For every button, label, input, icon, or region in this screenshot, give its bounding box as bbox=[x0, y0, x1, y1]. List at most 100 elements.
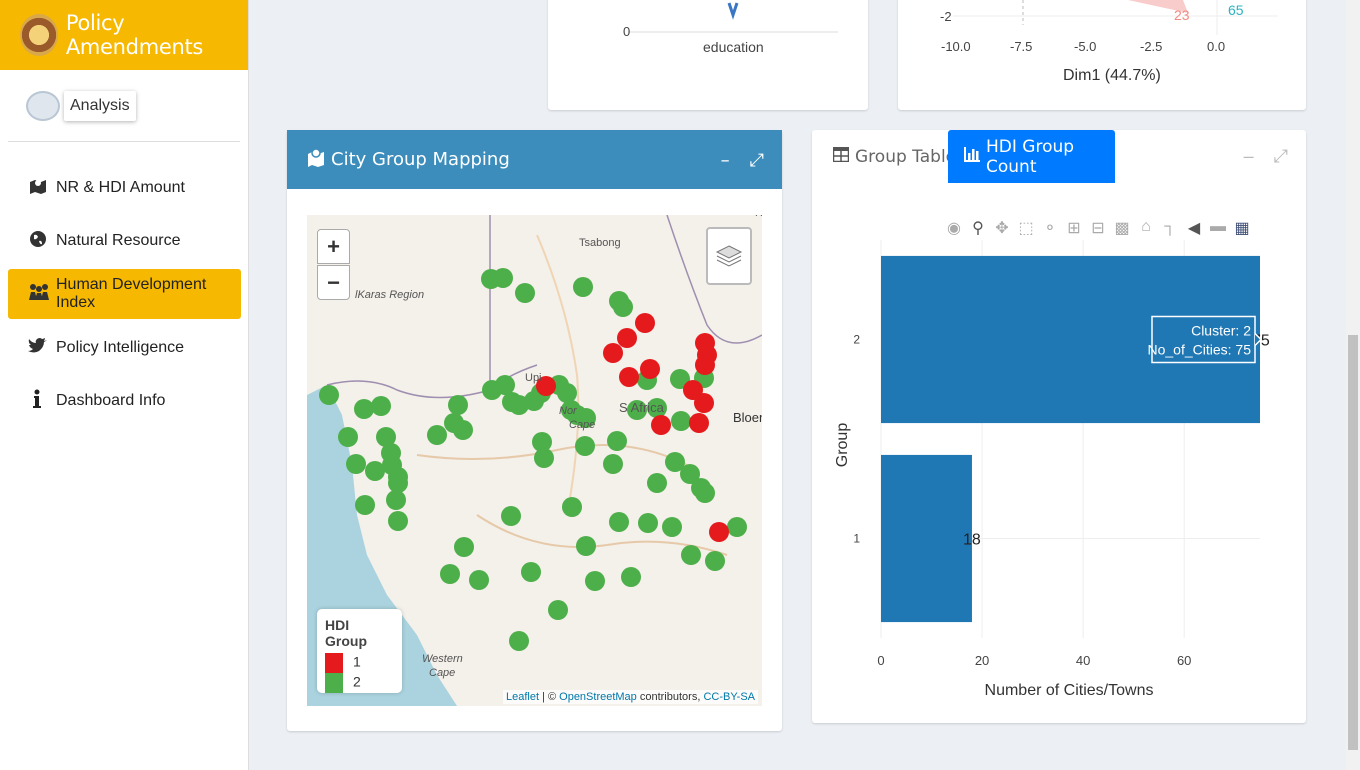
brand-header: Policy Amendments bbox=[0, 0, 248, 70]
map-label-western-cape: Western bbox=[422, 653, 463, 665]
city-marker-group-2[interactable] bbox=[727, 517, 747, 537]
city-marker-group-2[interactable] bbox=[354, 399, 374, 419]
box-title: City Group Mapping bbox=[331, 149, 510, 170]
city-marker-group-2[interactable] bbox=[671, 411, 691, 431]
zoom-out-button[interactable]: − bbox=[317, 265, 350, 300]
city-marker-group-2[interactable] bbox=[346, 454, 366, 474]
hover-text-cluster: Cluster: 2 bbox=[1191, 323, 1251, 339]
city-marker-group-1[interactable] bbox=[689, 413, 709, 433]
city-marker-group-2[interactable] bbox=[469, 570, 489, 590]
collapse-icon[interactable]: – bbox=[721, 150, 730, 171]
expand-icon[interactable]: ⤢ bbox=[750, 150, 764, 171]
legend-label: 2 bbox=[353, 673, 361, 690]
twitter-icon bbox=[28, 337, 47, 360]
x-tick-label: 20 bbox=[975, 653, 989, 668]
sidebar-item-label: Human Development Index bbox=[56, 276, 207, 311]
city-marker-group-2[interactable] bbox=[454, 537, 474, 557]
city-marker-group-2[interactable] bbox=[576, 536, 596, 556]
city-marker-group-2[interactable] bbox=[681, 545, 701, 565]
x-tick-label: 0 bbox=[877, 653, 884, 668]
y-tick-label: 1 bbox=[853, 532, 860, 546]
sidebar-item-natural-resource[interactable]: Natural Resource bbox=[8, 216, 241, 266]
city-marker-group-2[interactable] bbox=[609, 512, 629, 532]
city-marker-group-2[interactable] bbox=[355, 495, 375, 515]
x-tick-label: 40 bbox=[1076, 653, 1090, 668]
map-label-karas: lKaras Region bbox=[355, 289, 425, 301]
city-marker-group-2[interactable] bbox=[557, 383, 577, 403]
city-marker-group-1[interactable] bbox=[694, 393, 714, 413]
x-axis-title: Number of Cities/Towns bbox=[985, 682, 1154, 699]
sidebar-item-policy-intelligence[interactable]: Policy Intelligence bbox=[8, 323, 241, 373]
sidebar-item-nr-hdi-amount[interactable]: NR & HDI Amount bbox=[8, 163, 241, 213]
city-marker-group-1[interactable] bbox=[617, 328, 637, 348]
sidebar-item-dashboard-info[interactable]: Dashboard Info bbox=[8, 376, 241, 426]
legend-title: HDI Group bbox=[325, 617, 367, 649]
city-marker-group-2[interactable] bbox=[607, 431, 627, 451]
analysis-icon bbox=[26, 90, 60, 121]
x-axis-title: Dim1 (44.7%) bbox=[1063, 67, 1161, 84]
city-marker-group-2[interactable] bbox=[521, 562, 541, 582]
city-marker-group-2[interactable] bbox=[575, 436, 595, 456]
city-marker-group-2[interactable] bbox=[509, 631, 529, 651]
hdi-group-box: Group Table HDI Group Count – ⤢ ◉ ⚲ ✥ ⬚ … bbox=[812, 130, 1306, 723]
analysis-header[interactable]: Analysis bbox=[8, 70, 240, 142]
city-marker-group-2[interactable] bbox=[573, 277, 593, 297]
bar-value-label: 18 bbox=[963, 532, 981, 549]
bar-group-1[interactable] bbox=[881, 454, 972, 623]
map-pin-icon bbox=[28, 176, 46, 201]
city-marker-group-2[interactable] bbox=[585, 571, 605, 591]
city-marker-group-1[interactable] bbox=[651, 415, 671, 435]
city-marker-group-2[interactable] bbox=[603, 454, 623, 474]
hdi-group-count-chart[interactable]: 0 20 40 601 182 75GroupNumber of Cities/Towns… bbox=[812, 130, 1306, 723]
scrollbar-thumb[interactable] bbox=[1348, 335, 1358, 750]
city-marker-group-1[interactable] bbox=[603, 343, 623, 363]
city-marker-group-2[interactable] bbox=[695, 483, 715, 503]
city-marker-group-2[interactable] bbox=[548, 600, 568, 620]
city-marker-group-1[interactable] bbox=[695, 355, 715, 375]
city-marker-group-1[interactable] bbox=[635, 313, 655, 333]
osm-link[interactable]: OpenStreetMap bbox=[559, 691, 637, 703]
legend-label: 1 bbox=[353, 653, 361, 670]
sidebar-item-human-development-index[interactable]: Human Development Index bbox=[8, 269, 241, 319]
top-right-chart-box: -2 23 65 -10.0 -7.5 -5.0 -2.5 0.0 Dim1 (… bbox=[898, 0, 1306, 110]
layers-control-icon[interactable] bbox=[706, 227, 752, 285]
city-marker-group-2[interactable] bbox=[662, 517, 682, 537]
page-scrollbar[interactable] bbox=[1346, 0, 1360, 770]
city-marker-group-2[interactable] bbox=[534, 448, 554, 468]
sidebar-item-label: NR & HDI Amount bbox=[56, 179, 185, 196]
city-marker-group-1[interactable] bbox=[640, 359, 660, 379]
city-marker-group-2[interactable] bbox=[638, 513, 658, 533]
city-marker-group-1[interactable] bbox=[709, 522, 729, 542]
legend-entry: 2 bbox=[325, 673, 394, 693]
x-tick-label: -7.5 bbox=[1010, 39, 1032, 54]
city-marker-group-2[interactable] bbox=[705, 551, 725, 571]
city-marker-group-2[interactable] bbox=[647, 473, 667, 493]
city-marker-group-2[interactable] bbox=[562, 497, 582, 517]
city-marker-group-2[interactable] bbox=[388, 511, 408, 531]
city-marker-group-2[interactable] bbox=[501, 506, 521, 526]
map-label-south-africa: S Africa bbox=[619, 400, 664, 415]
city-marker-group-2[interactable] bbox=[493, 268, 513, 288]
city-marker-group-1[interactable] bbox=[619, 367, 639, 387]
city-marker-group-2[interactable] bbox=[319, 385, 339, 405]
license-link[interactable]: CC-BY-SA bbox=[703, 691, 755, 703]
box-header: City Group Mapping – ⤢ bbox=[287, 130, 782, 189]
zoom-in-button[interactable]: + bbox=[317, 229, 350, 264]
city-marker-group-2[interactable] bbox=[621, 567, 641, 587]
city-marker-group-2[interactable] bbox=[440, 564, 460, 584]
city-marker-group-2[interactable] bbox=[365, 461, 385, 481]
app-title: Policy Amendments bbox=[65, 11, 204, 59]
sidebar-item-label: Policy Intelligence bbox=[56, 339, 185, 356]
city-marker-group-2[interactable] bbox=[371, 396, 391, 416]
city-marker-group-2[interactable] bbox=[338, 427, 358, 447]
city-marker-group-2[interactable] bbox=[388, 473, 408, 493]
leaflet-link[interactable]: Leaflet bbox=[506, 691, 539, 703]
point-label-65: 65 bbox=[1228, 2, 1244, 18]
city-marker-group-2[interactable] bbox=[453, 420, 473, 440]
city-marker-group-2[interactable] bbox=[427, 425, 447, 445]
city-marker-group-2[interactable] bbox=[386, 490, 406, 510]
leaflet-map[interactable]: Tsabong Ra lKaras Region Upi Nor Cape S … bbox=[307, 215, 762, 706]
city-marker-group-2[interactable] bbox=[448, 395, 468, 415]
city-marker-group-2[interactable] bbox=[515, 283, 535, 303]
city-marker-group-2[interactable] bbox=[613, 297, 633, 317]
